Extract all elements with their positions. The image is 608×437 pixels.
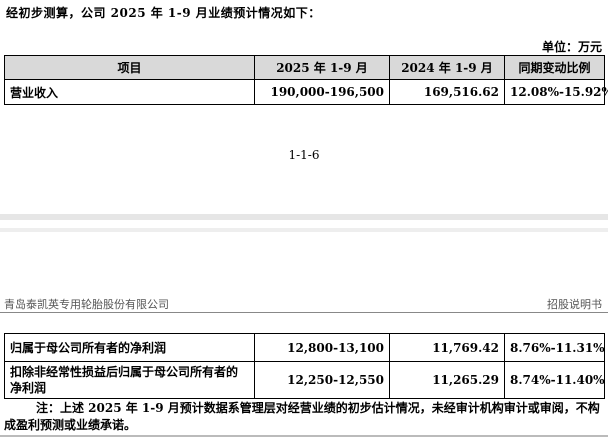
footnote: 注：上述 2025 年 1-9 月预计数据系管理层对经营业绩的初步估计情况，未经… <box>4 401 600 432</box>
table-row: 扣除非经常性损益后归属于母公司所有者的净利润 12,250-12,550 11,… <box>4 361 605 399</box>
cell-2025: 190,000-196,500 <box>254 79 390 105</box>
cell-2024: 169,516.62 <box>389 79 505 105</box>
header-item: 项目 <box>4 55 255 80</box>
header-2025: 2025 年 1-9 月 <box>254 55 390 80</box>
cell-change: 8.76%-11.31% <box>504 333 605 362</box>
cell-2024: 11,265.29 <box>389 361 505 399</box>
unit-label: 单位：万元 <box>541 40 602 54</box>
header-2024: 2024 年 1-9 月 <box>389 55 505 80</box>
page-number: 1-1-6 <box>288 148 320 162</box>
header-change: 同期变动比例 <box>504 55 605 80</box>
cell-change: 8.74%-11.40% <box>504 361 605 399</box>
forecast-table-revenue: 项目 2025 年 1-9 月 2024 年 1-9 月 同期变动比例 营业收入… <box>4 55 608 105</box>
table-row: 营业收入 190,000-196,500 169,516.62 12.08%-1… <box>4 79 608 105</box>
cell-change: 12.08%-15.92% <box>504 79 608 105</box>
page-header-doc: 招股说明书 <box>547 298 602 311</box>
page-header-divider <box>0 312 608 313</box>
table-header-row: 项目 2025 年 1-9 月 2024 年 1-9 月 同期变动比例 <box>4 55 605 80</box>
cell-2024: 11,769.42 <box>389 333 505 362</box>
page-gap-shadow <box>0 228 608 232</box>
cell-item: 营业收入 <box>4 79 255 105</box>
cell-2025: 12,800-13,100 <box>254 333 390 362</box>
intro-text: 经初步测算，公司 2025 年 1-9 月业绩预计情况如下： <box>6 6 321 20</box>
cell-2025: 12,250-12,550 <box>254 361 390 399</box>
cell-item: 扣除非经常性损益后归属于母公司所有者的净利润 <box>4 361 255 399</box>
cell-item: 归属于母公司所有者的净利润 <box>4 333 255 362</box>
table-row: 归属于母公司所有者的净利润 12,800-13,100 11,769.42 8.… <box>4 333 605 362</box>
forecast-table-profit: 归属于母公司所有者的净利润 12,800-13,100 11,769.42 8.… <box>4 333 605 399</box>
page-header-company: 青岛泰凯英专用轮胎股份有限公司 <box>4 298 169 311</box>
page-gap <box>0 214 608 220</box>
